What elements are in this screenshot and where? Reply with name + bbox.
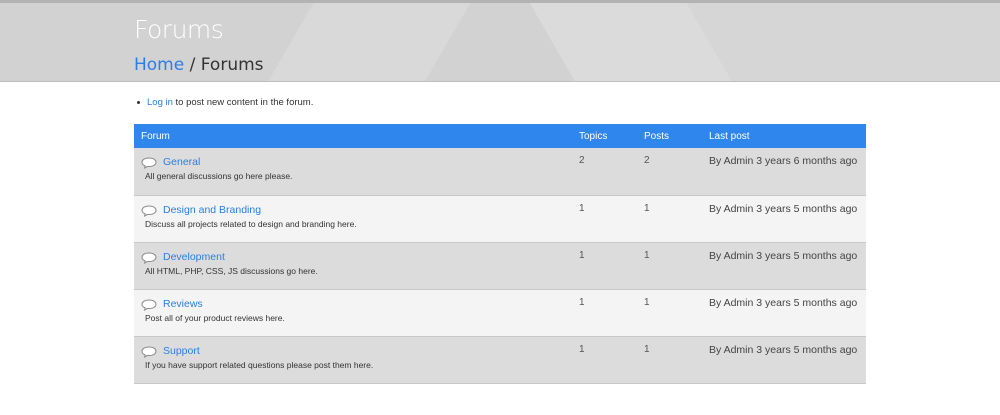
posts-count: 1	[644, 202, 650, 214]
forum-row: Design and Branding Discuss all projects …	[134, 195, 866, 242]
forum-row: General All general discussions go here p…	[134, 148, 866, 195]
forum-cell: Reviews Post all of your product reviews …	[134, 289, 572, 336]
forum-name-link[interactable]: Support	[163, 345, 200, 357]
topics-count: 1	[579, 296, 585, 308]
speech-bubble-icon	[141, 345, 157, 358]
forum-table-header: Forum Topics Posts Last post	[134, 124, 866, 148]
forum-cell: General All general discussions go here p…	[134, 148, 572, 195]
forum-name-link[interactable]: Design and Branding	[163, 204, 261, 216]
forum-cell: Development All HTML, PHP, CSS, JS discus…	[134, 242, 572, 289]
posts-count: 1	[644, 296, 650, 308]
forum-description: If you have support related questions pl…	[145, 359, 374, 370]
login-note: Log in to post new content in the forum.	[137, 97, 313, 108]
last-post: By Admin 3 years 5 months ago	[709, 202, 858, 215]
last-post: By Admin 3 years 5 months ago	[709, 343, 858, 356]
breadcrumb-current: Forums	[200, 55, 264, 75]
forum-name-line: Design and Branding	[141, 203, 565, 217]
topics-count: 1	[579, 249, 585, 261]
breadcrumb: Home / Forums	[134, 55, 264, 75]
forum-name-line: Support	[141, 344, 565, 358]
last-post: By Admin 3 years 5 months ago	[709, 249, 858, 262]
speech-bubble-icon	[141, 204, 157, 217]
forum-table: Forum Topics Posts Last post General All …	[134, 124, 866, 384]
forum-name-line: Development	[141, 250, 565, 264]
forum-name-line: General	[141, 155, 565, 169]
topics-count: 2	[579, 155, 585, 166]
posts-count: 2	[644, 155, 650, 166]
posts-count: 1	[644, 343, 650, 355]
forum-name-link[interactable]: General	[163, 156, 200, 168]
login-note-text: to post new content in the forum.	[172, 97, 314, 108]
topics-count: 1	[579, 202, 585, 214]
speech-bubble-icon	[141, 157, 157, 169]
forum-row: Reviews Post all of your product reviews …	[134, 289, 866, 336]
forum-row: Development All HTML, PHP, CSS, JS discus…	[134, 242, 866, 289]
page-title: Forums	[134, 15, 224, 44]
forum-row: Support If you have support related quest…	[134, 336, 866, 383]
forum-description: All general discussions go here please.	[145, 171, 293, 181]
last-post: By Admin 3 years 5 months ago	[709, 296, 858, 309]
posts-count: 1	[644, 249, 650, 261]
forum-cell: Support If you have support related quest…	[134, 336, 572, 383]
login-link[interactable]: Log in	[147, 97, 173, 108]
bullet-icon	[137, 100, 140, 104]
column-header-last-post: Last post	[709, 130, 750, 142]
column-header-posts: Posts	[644, 130, 670, 142]
speech-bubble-icon	[141, 298, 157, 311]
topics-count: 1	[579, 343, 585, 355]
forum-name-link[interactable]: Development	[163, 251, 225, 263]
forum-description: Post all of your product reviews here.	[145, 312, 285, 323]
forum-cell: Design and Branding Discuss all projects …	[134, 195, 572, 242]
forum-name-line: Reviews	[141, 297, 565, 311]
forum-description: All HTML, PHP, CSS, JS discussions go he…	[145, 265, 318, 276]
column-header-topics: Topics	[579, 130, 608, 142]
last-post: By Admin 3 years 6 months ago	[709, 155, 858, 167]
breadcrumb-home-link[interactable]: Home	[134, 55, 184, 75]
column-header-forum: Forum	[141, 130, 170, 142]
breadcrumb-separator: /	[184, 55, 201, 75]
page-header: Forums Home / Forums	[0, 3, 1000, 82]
speech-bubble-icon	[141, 251, 157, 264]
forum-name-link[interactable]: Reviews	[163, 298, 203, 310]
forum-description: Discuss all projects related to design a…	[145, 218, 357, 229]
